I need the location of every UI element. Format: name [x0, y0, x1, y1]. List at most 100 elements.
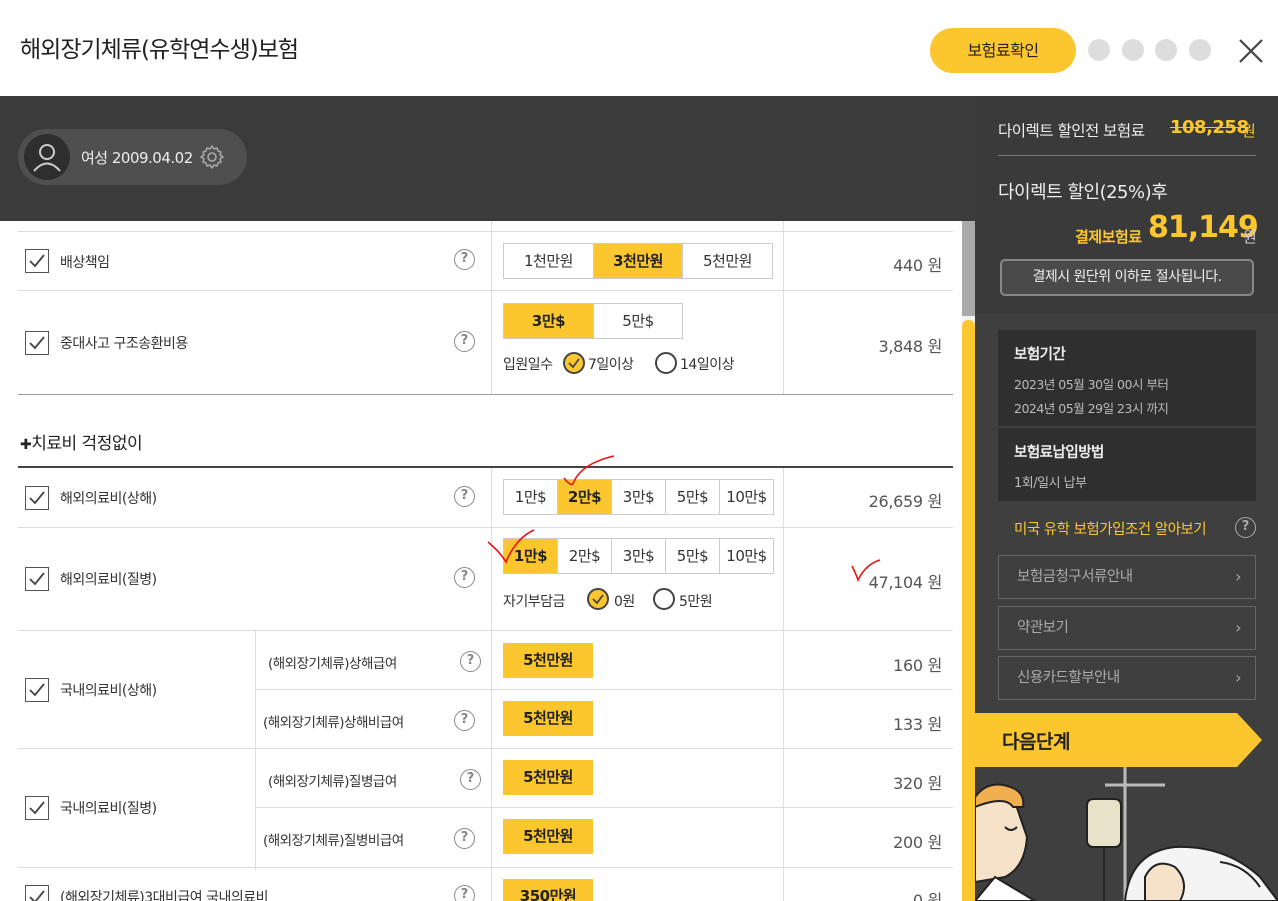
- help-icon[interactable]: ?: [454, 885, 475, 901]
- us-study-link[interactable]: 미국 유학 보험가입조건 알아보기: [1014, 518, 1207, 539]
- three-noncovered-value: 350만원: [503, 879, 593, 901]
- radio-14days[interactable]: [655, 352, 677, 374]
- card-installment-label: 신용카드할부안내: [1017, 670, 1120, 686]
- domestic-disease-sub2-amount: 200 원: [893, 833, 942, 852]
- user-info: 여성 2009.04.02: [81, 149, 193, 167]
- period-title: 보험기간: [1014, 347, 1066, 363]
- rescue-amount: 3,848 원: [878, 337, 942, 356]
- radio-deductible-0-label: 0원: [614, 594, 635, 610]
- deductible-label: 자기부담금: [503, 594, 565, 610]
- before-discount-unit: 원: [1242, 122, 1256, 140]
- liability-options: 1천만원 3천만원 5천만원: [503, 243, 773, 279]
- annotation-marks: [487, 455, 615, 564]
- top-bar: 해외장기체류(유학연수생)보험 보험료확인: [0, 0, 1278, 96]
- chevron-right-icon: ›: [1235, 567, 1241, 586]
- claim-docs-link[interactable]: 보험금청구서류안내 ›: [998, 555, 1256, 599]
- liability-option-3[interactable]: 5천만원: [683, 244, 772, 278]
- overseas-disease-label: 해외의료비(질병): [60, 572, 157, 588]
- radio-deductible-0[interactable]: [587, 588, 609, 610]
- radio-7days-label: 7일이상: [588, 357, 634, 373]
- payment-title: 보험료납입방법: [1014, 445, 1104, 461]
- card-installment-link[interactable]: 신용카드할부안내 ›: [998, 656, 1256, 700]
- liability-option-2[interactable]: 3천만원: [594, 244, 683, 278]
- help-icon[interactable]: ?: [454, 331, 475, 352]
- domestic-disease-sub2-label: (해외장기체류)질병비급여: [263, 833, 404, 849]
- help-icon[interactable]: ?: [454, 710, 475, 731]
- chevron-right-icon: ›: [1235, 618, 1241, 637]
- next-step-label: 다음단계: [1002, 731, 1070, 753]
- period-end: 2024년 05월 29일 23시 까지: [1014, 401, 1169, 416]
- domestic-disease-label: 국내의료비(질병): [60, 801, 157, 817]
- period-box: 보험기간 2023년 05월 30일 00시 부터 2024년 05월 29일 …: [998, 330, 1256, 426]
- domestic-injury-sub1-value: 5천만원: [503, 643, 593, 678]
- help-icon[interactable]: ?: [454, 828, 475, 849]
- close-icon[interactable]: [1236, 36, 1266, 66]
- overseas-disease-option-3[interactable]: 3만$: [612, 539, 666, 573]
- terms-link[interactable]: 약관보기 ›: [998, 606, 1256, 650]
- domestic-disease-sub1-amount: 320 원: [893, 774, 942, 793]
- scrollbar-top: [962, 221, 975, 316]
- after-discount-label: 다이렉트 할인(25%)후: [998, 182, 1168, 203]
- domestic-injury-checkbox[interactable]: [25, 678, 49, 702]
- overseas-disease-checkbox[interactable]: [25, 567, 49, 591]
- terms-label: 약관보기: [1017, 620, 1069, 636]
- help-icon[interactable]: ?: [460, 651, 481, 672]
- help-icon[interactable]: ?: [454, 249, 475, 270]
- step-dot-4: [1189, 39, 1211, 61]
- premium-summary: 다이렉트 할인전 보험료 108,258 원 다이렉트 할인(25%)후 결제보…: [975, 96, 1278, 314]
- coverage-table: 배상책임 ? 1천만원 3천만원 5천만원 440 원 중대사고 구조송환비용 …: [0, 221, 962, 901]
- step-dot-2: [1122, 39, 1144, 61]
- domestic-injury-label: 국내의료비(상해): [60, 683, 157, 699]
- hospital-days-label: 입원일수: [503, 357, 553, 373]
- overseas-injury-option-4[interactable]: 5만$: [666, 480, 720, 514]
- next-step-button[interactable]: 다음단계: [975, 713, 1262, 767]
- before-discount-amount: 108,258: [1170, 117, 1249, 138]
- period-start: 2023년 05월 30일 00시 부터: [1014, 377, 1169, 392]
- three-noncovered-checkbox[interactable]: [25, 885, 49, 901]
- overseas-injury-checkbox[interactable]: [25, 486, 49, 510]
- rescue-checkbox[interactable]: [25, 331, 49, 355]
- overseas-injury-amount: 26,659 원: [868, 492, 943, 511]
- liability-checkbox[interactable]: [25, 249, 49, 273]
- radio-deductible-5[interactable]: [653, 588, 675, 610]
- pay-unit: 원: [1243, 228, 1257, 246]
- check-premium-button[interactable]: 보험료확인: [930, 28, 1076, 73]
- rescue-options: 3만$ 5만$: [503, 303, 683, 339]
- overseas-injury-option-3[interactable]: 3만$: [612, 480, 666, 514]
- annotation-check: [851, 559, 881, 583]
- chevron-right-icon: ›: [1235, 668, 1241, 687]
- pay-amount: 81,149: [1148, 210, 1259, 245]
- rescue-option-2[interactable]: 5만$: [594, 304, 682, 338]
- domestic-injury-sub2-label: (해외장기체류)상해비급여: [263, 715, 404, 731]
- domestic-injury-sub1-amount: 160 원: [893, 656, 942, 675]
- divider: [998, 155, 1256, 156]
- domestic-injury-sub1-label: (해외장기체류)상해급여: [268, 656, 397, 672]
- overseas-disease-option-4[interactable]: 5만$: [666, 539, 720, 573]
- help-icon[interactable]: ?: [1235, 517, 1256, 538]
- liability-option-1[interactable]: 1천만원: [504, 244, 594, 278]
- domestic-disease-checkbox[interactable]: [25, 796, 49, 820]
- help-icon[interactable]: ?: [460, 769, 481, 790]
- radio-14days-label: 14일이상: [680, 357, 734, 373]
- liability-label: 배상책임: [60, 255, 110, 271]
- claim-docs-label: 보험금청구서류안내: [1017, 569, 1133, 585]
- help-icon[interactable]: ?: [454, 486, 475, 507]
- domestic-disease-sub1-value: 5천만원: [503, 760, 593, 795]
- step-dot-1: [1088, 39, 1110, 61]
- overseas-injury-label: 해외의료비(상해): [60, 491, 157, 507]
- payment-value: 1회/일시 납부: [1014, 476, 1087, 491]
- page-title: 해외장기체류(유학연수생)보험: [20, 37, 299, 63]
- scrollbar-thumb[interactable]: [962, 320, 975, 901]
- radio-7days[interactable]: [563, 352, 585, 374]
- payment-box: 보험료납입방법 1회/일시 납부: [998, 428, 1256, 501]
- three-noncovered-amount: 0 원: [912, 891, 942, 901]
- rounding-note-button[interactable]: 결제시 원단위 이하로 절사됩니다.: [1000, 259, 1254, 296]
- radio-deductible-5-label: 5만원: [679, 594, 713, 610]
- help-icon[interactable]: ?: [454, 567, 475, 588]
- domestic-disease-sub2-value: 5천만원: [503, 819, 593, 854]
- rescue-option-1[interactable]: 3만$: [504, 304, 594, 338]
- gear-icon[interactable]: [199, 144, 225, 170]
- overseas-disease-option-5[interactable]: 10만$: [720, 539, 773, 573]
- user-pill: 여성 2009.04.02: [18, 129, 247, 185]
- overseas-injury-option-5[interactable]: 10만$: [720, 480, 773, 514]
